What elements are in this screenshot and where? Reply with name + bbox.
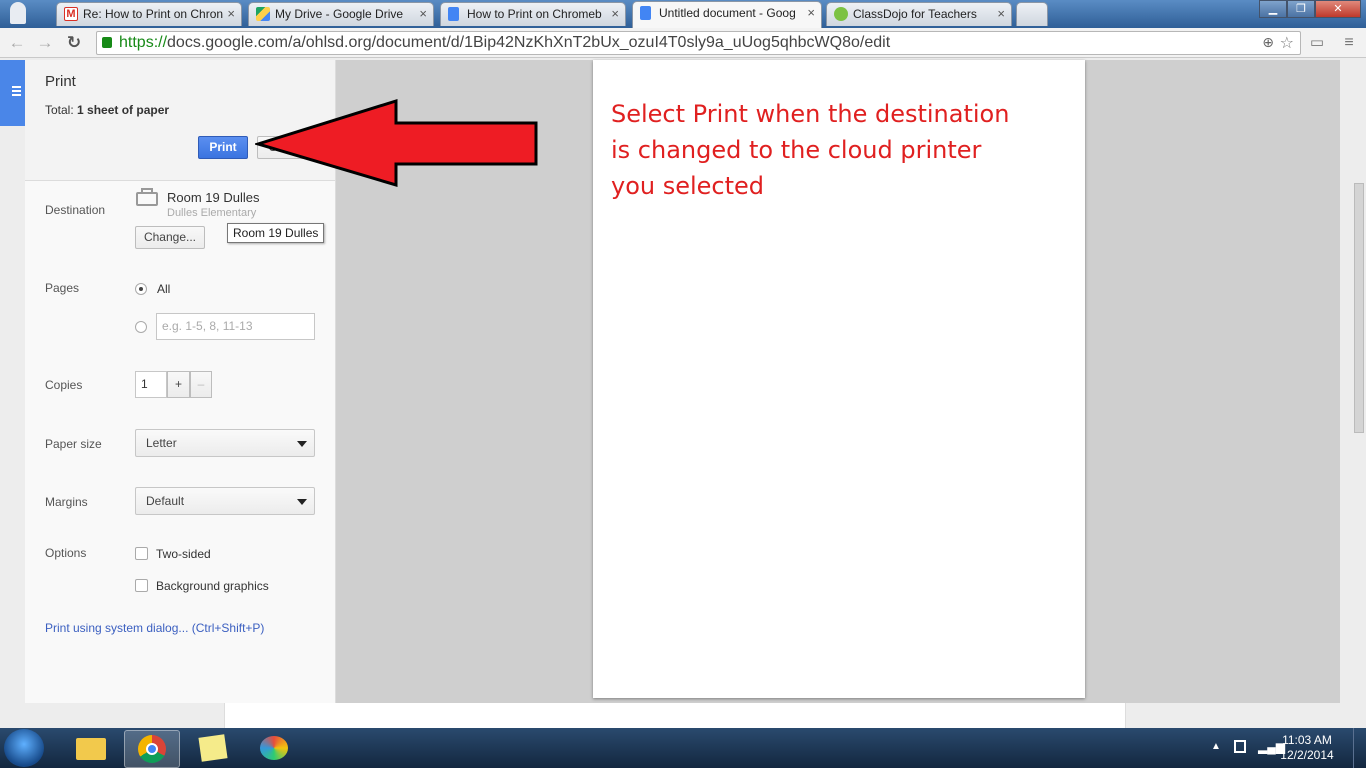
tab-label: How to Print on Chromeb: [467, 7, 602, 21]
chrome-icon[interactable]: [124, 730, 180, 768]
new-tab-button[interactable]: [1016, 2, 1048, 26]
pages-label: Pages: [45, 281, 80, 295]
chrome-user-icon[interactable]: [10, 2, 26, 24]
copies-input[interactable]: 1: [135, 371, 167, 398]
system-dialog-link[interactable]: Print using system dialog... (Ctrl+Shift…: [45, 621, 264, 635]
docs-menu-icon[interactable]: [0, 60, 25, 126]
url-path: docs.google.com/a/ohlsd.org/document/d/1…: [167, 34, 891, 51]
back-icon[interactable]: ←: [6, 32, 28, 54]
gmail-icon: M: [64, 7, 78, 21]
tab-classdojo[interactable]: ClassDojo for Teachers ×: [826, 2, 1012, 26]
destination-location: Dulles Elementary: [167, 207, 257, 219]
background-graphics-label[interactable]: Background graphics: [156, 579, 269, 593]
menu-icon[interactable]: ≡: [1338, 32, 1360, 54]
change-destination-button[interactable]: Change...: [135, 226, 205, 249]
close-icon[interactable]: ×: [611, 3, 619, 25]
pages-range-input[interactable]: e.g. 1-5, 8, 11-13: [156, 313, 315, 340]
minimize-button[interactable]: ▁: [1259, 0, 1287, 18]
margins-select[interactable]: Default: [135, 487, 315, 515]
show-desktop-button[interactable]: [1353, 728, 1366, 768]
chevron-down-icon: [297, 441, 307, 447]
pages-all-label[interactable]: All: [157, 282, 170, 296]
two-sided-checkbox[interactable]: [135, 547, 148, 560]
paper-size-value: Letter: [146, 436, 177, 450]
sticky-notes-icon[interactable]: [186, 730, 240, 766]
close-icon[interactable]: ×: [227, 3, 235, 25]
tab-label: My Drive - Google Drive: [275, 7, 404, 21]
forward-icon[interactable]: →: [34, 32, 56, 54]
options-label: Options: [45, 546, 87, 560]
cast-icon[interactable]: ▭: [1306, 32, 1328, 54]
close-icon[interactable]: ×: [997, 3, 1005, 25]
classdojo-icon: [834, 7, 848, 21]
printer-icon: [136, 188, 158, 206]
copies-decrement-button[interactable]: –: [190, 371, 212, 398]
file-explorer-icon[interactable]: [64, 730, 118, 766]
clock-date: 12/2/2014: [1280, 748, 1334, 762]
margins-value: Default: [146, 494, 185, 508]
tab-label: Untitled document - Goog: [659, 6, 796, 20]
title-bar: M Re: How to Print on Chron × My Drive -…: [0, 0, 1366, 28]
start-button[interactable]: [4, 729, 44, 767]
document-page-strip: [224, 703, 1126, 728]
tab-google-drive[interactable]: My Drive - Google Drive ×: [248, 2, 434, 26]
url-scheme: https://: [119, 34, 168, 51]
taskbar: ▲ ▂▄▆ 11:03 AM 12/2/2014: [0, 728, 1366, 768]
tab-gmail[interactable]: M Re: How to Print on Chron ×: [56, 2, 242, 26]
destination-name: Room 19 Dulles: [167, 190, 260, 205]
url-text: https://docs.google.com/a/ohlsd.org/docu…: [119, 33, 890, 53]
system-clock[interactable]: 11:03 AM 12/2/2014: [1272, 733, 1342, 763]
preview-page: Select Print when the destination is cha…: [593, 60, 1085, 698]
lock-icon: [102, 37, 112, 48]
annotation-text: Select Print when the destination is cha…: [611, 100, 1010, 200]
pages-all-radio[interactable]: [135, 283, 147, 295]
show-hidden-icons[interactable]: ▲: [1211, 741, 1221, 752]
clock-time: 11:03 AM: [1282, 733, 1332, 747]
maximize-button[interactable]: ❐: [1287, 0, 1315, 18]
total-label: Total:: [45, 103, 74, 117]
close-window-button[interactable]: ✕: [1315, 0, 1361, 18]
background-graphics-checkbox[interactable]: [135, 579, 148, 592]
annotation-arrow-icon: [255, 98, 538, 188]
copies-label: Copies: [45, 378, 83, 392]
paper-size-select[interactable]: Letter: [135, 429, 315, 457]
print-button[interactable]: Print: [198, 136, 248, 159]
total-value: 1 sheet of paper: [77, 103, 170, 117]
margins-label: Margins: [45, 495, 88, 509]
chevron-down-icon: [297, 499, 307, 505]
reload-icon[interactable]: ↻: [63, 32, 85, 54]
paper-size-label: Paper size: [45, 437, 102, 451]
paint-icon[interactable]: [248, 730, 302, 766]
tab-label: Re: How to Print on Chron: [83, 7, 224, 21]
docs-icon: [640, 6, 651, 20]
copies-increment-button[interactable]: +: [167, 371, 190, 398]
tab-label: ClassDojo for Teachers: [853, 7, 977, 21]
tab-untitled-document[interactable]: Untitled document - Goog ×: [632, 1, 822, 28]
drive-icon: [256, 7, 270, 21]
two-sided-label[interactable]: Two-sided: [156, 547, 211, 561]
total-summary: Total: 1 sheet of paper: [45, 103, 169, 117]
destination-label: Destination: [45, 203, 106, 217]
scrollbar[interactable]: [1354, 183, 1364, 433]
star-icon[interactable]: ☆: [1280, 33, 1294, 53]
tab-how-to-print[interactable]: How to Print on Chromeb ×: [440, 2, 626, 26]
address-bar[interactable]: https://docs.google.com/a/ohlsd.org/docu…: [96, 31, 1301, 55]
destination-tooltip: Room 19 Dulles: [227, 223, 325, 243]
close-icon[interactable]: ×: [807, 2, 815, 24]
pages-custom-radio[interactable]: [135, 321, 147, 333]
print-title: Print: [45, 73, 76, 90]
close-icon[interactable]: ×: [419, 3, 427, 25]
action-center-icon[interactable]: [1234, 740, 1246, 753]
docs-icon: [448, 7, 459, 21]
zoom-icon[interactable]: ⊕: [1262, 34, 1274, 51]
